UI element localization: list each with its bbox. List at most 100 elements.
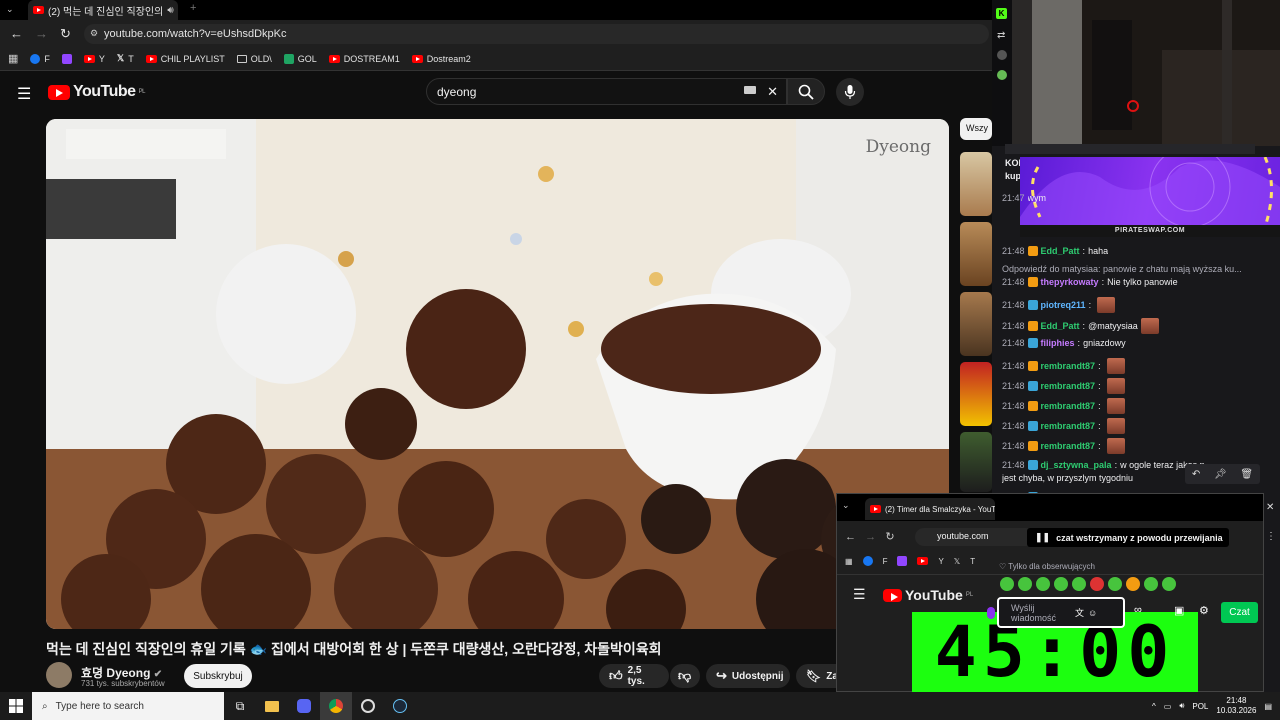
keyboard-icon[interactable] <box>744 86 756 94</box>
avatar[interactable] <box>997 50 1007 60</box>
message-username[interactable]: rembrandt87 <box>1041 421 1096 431</box>
emoji-icon[interactable]: ☺ <box>1088 608 1097 618</box>
recommended-thumbnail[interactable] <box>960 152 992 216</box>
file-explorer-icon[interactable] <box>256 692 288 720</box>
apps-grid-icon[interactable]: ▦ <box>845 557 853 566</box>
mic-icon[interactable] <box>987 607 995 619</box>
emote-icon[interactable] <box>1036 577 1050 591</box>
like-button[interactable]: 👍︎ 2,5 tys. <box>599 664 669 688</box>
clock[interactable]: 21:48 10.03.2026 <box>1216 696 1256 716</box>
chat-message[interactable]: 21:48 rembrandt87: <box>1002 418 1276 434</box>
reload-icon[interactable]: ↻ <box>60 26 71 42</box>
obs-icon[interactable] <box>352 692 384 720</box>
bookmark-item[interactable]: F <box>30 53 50 64</box>
url-field[interactable]: youtube.com/watch?v=eUshsdDkpKc <box>84 24 989 44</box>
settings-sliders-icon[interactable]: ⇄ <box>997 30 1005 41</box>
pin-icon[interactable]: 📌︎ <box>1214 469 1227 480</box>
emote-icon[interactable] <box>1162 577 1176 591</box>
message-username[interactable]: piotreq211 <box>1041 300 1086 310</box>
taskbar-search[interactable]: ⌕ Type here to search <box>32 692 224 720</box>
chat-message[interactable]: 21:48 piotreq211: <box>1002 297 1276 313</box>
video-player[interactable]: Dyeong <box>46 119 949 629</box>
chat-message[interactable]: 21:48 rembrandt87: <box>1002 358 1276 374</box>
chrome-icon[interactable] <box>320 692 352 720</box>
timer-youtube-logo[interactable]: YouTube PL <box>883 587 973 603</box>
emote-icon[interactable] <box>1018 577 1032 591</box>
tab-active[interactable]: (2) 먹는 데 진심인 직장인의 🔊︎ ✕ <box>28 0 178 20</box>
emote-icon[interactable] <box>1144 577 1158 591</box>
message-username[interactable]: dj_sztywna_pala <box>1041 460 1112 470</box>
bookmark-item[interactable]: GOL <box>283 53 317 64</box>
chat-send-button[interactable]: Czat <box>1221 602 1258 623</box>
message-username[interactable]: filiphies <box>1041 338 1075 348</box>
reply-icon[interactable]: ↶ <box>1192 469 1200 480</box>
reload-icon[interactable]: ↻ <box>885 531 894 543</box>
language-indicator[interactable]: POL <box>1192 702 1208 711</box>
emote-icon[interactable] <box>1090 577 1104 591</box>
kick-logo-icon[interactable]: K <box>996 8 1007 19</box>
recommended-thumbnail[interactable] <box>960 292 992 356</box>
timer-tab[interactable]: (2) Timer dla Smalczyka - YouT <box>865 498 995 520</box>
emote-icon[interactable] <box>1054 577 1068 591</box>
chat-paused-banner[interactable]: ❚❚ czat wstrzymany z powodu przewijania <box>1027 528 1229 547</box>
emote-icon[interactable] <box>1126 577 1140 591</box>
menu-icon[interactable]: ☰ <box>17 84 31 104</box>
bookmark-label[interactable]: F <box>883 557 888 566</box>
discord-icon[interactable] <box>288 692 320 720</box>
timer-url-field[interactable]: youtube.com <box>915 528 1035 546</box>
clear-search-icon[interactable]: ✕ <box>767 84 778 100</box>
chat-message[interactable]: 21:48 rembrandt87: <box>1002 398 1276 414</box>
dislike-button[interactable]: 👎︎ <box>670 664 700 688</box>
subscribe-button[interactable]: Subskrybuj <box>184 664 252 688</box>
chat-message[interactable]: 21:47 wym <box>1002 193 1276 203</box>
recommended-thumbnail[interactable] <box>960 432 992 492</box>
avatar[interactable] <box>997 70 1007 80</box>
site-info-icon[interactable]: ⚙ <box>90 28 98 39</box>
twitch-icon[interactable] <box>897 556 908 566</box>
channel-avatar[interactable] <box>46 662 72 688</box>
message-username[interactable]: Edd_Patt <box>1041 246 1080 256</box>
bookmark-item[interactable]: 𝕏T <box>117 53 134 64</box>
chat-message[interactable]: 21:48 thepyrkowaty: Nie tylko panowie <box>1002 277 1276 287</box>
youtube-logo[interactable]: YouTube PL <box>48 83 145 101</box>
task-view-icon[interactable]: ⧉ <box>224 692 256 720</box>
apps-grid-icon[interactable]: ▦ <box>8 52 18 65</box>
message-username[interactable]: rembrandt87 <box>1041 441 1096 451</box>
store-icon[interactable]: ▣ <box>1174 604 1184 617</box>
message-username[interactable]: rembrandt87 <box>1041 361 1096 371</box>
chat-input[interactable]: Wyślij wiadomość 文 ☺ <box>987 597 1125 628</box>
recommended-thumbnail[interactable] <box>960 362 992 426</box>
gear-icon[interactable]: ⚙ <box>1199 604 1209 617</box>
new-tab-icon[interactable]: + <box>190 2 196 14</box>
back-icon[interactable]: ← <box>10 26 23 41</box>
bookmark-item[interactable] <box>61 53 72 64</box>
message-username[interactable]: thepyrkowaty <box>1041 277 1099 287</box>
chat-message[interactable]: 21:48 Edd_Patt: haha <box>1002 246 1276 256</box>
tab-list-chevron-icon[interactable]: ⌄ <box>6 4 14 15</box>
translate-icon[interactable]: 文 <box>1075 606 1084 619</box>
bookmark-label[interactable]: Y <box>938 557 943 566</box>
bookmark-item[interactable]: OLD\ <box>236 54 272 64</box>
chat-message[interactable]: Odpowiedź do matysiaa: panowie z chatu m… <box>1002 264 1276 274</box>
more-options-icon[interactable]: ⋮ <box>1266 531 1276 542</box>
bookmark-item[interactable]: Dostream2 <box>411 54 471 64</box>
emote-icon[interactable] <box>1072 577 1086 591</box>
search-input[interactable]: dyeong ✕ <box>426 78 787 105</box>
bookmark-item[interactable]: CHIL PLAYLIST <box>145 54 225 64</box>
notifications-icon[interactable]: ▤ <box>1264 702 1272 711</box>
chat-message[interactable]: 21:48 rembrandt87: <box>1002 438 1276 454</box>
rewards-icon[interactable]: ∞ <box>1134 604 1142 616</box>
chat-message[interactable]: 21:48 filiphies: gniazdowy <box>1002 338 1276 348</box>
chat-message[interactable]: 21:48 Edd_Patt: @matyysiaa <box>1002 318 1276 334</box>
close-icon[interactable]: ✕ <box>1266 502 1274 513</box>
bookmark-item[interactable]: Y <box>83 54 105 64</box>
share-button[interactable]: ↪ Udostępnij <box>706 664 790 688</box>
bookmark-label[interactable]: T <box>970 557 975 566</box>
filter-chip[interactable]: Wszy <box>960 118 992 140</box>
network-icon[interactable]: ▭ <box>1164 702 1172 711</box>
voice-search-button[interactable] <box>836 78 864 106</box>
message-username[interactable]: rembrandt87 <box>1041 381 1096 391</box>
search-button[interactable] <box>787 78 825 105</box>
bookmark-item[interactable]: DOSTREAM1 <box>328 54 400 64</box>
save-button[interactable]: 🔖︎ Zap <box>796 664 836 688</box>
